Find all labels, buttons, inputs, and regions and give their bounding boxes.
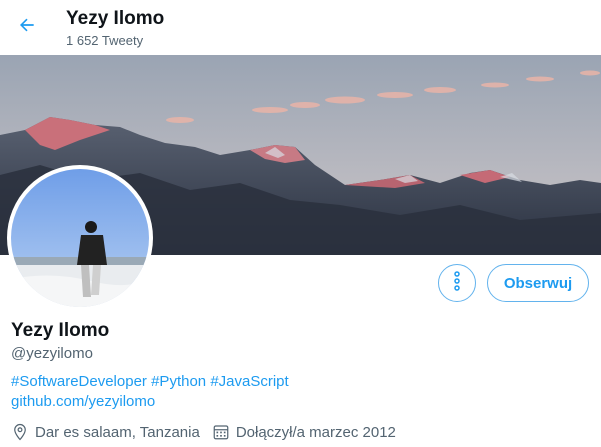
display-name: Yezy Ilomo <box>11 320 110 341</box>
user-handle: @yezyilomo <box>11 345 93 362</box>
calendar-icon <box>212 423 230 441</box>
bio: #SoftwareDeveloper #Python #JavaScript <box>11 373 289 390</box>
hashtag-link[interactable]: #JavaScript <box>210 373 288 390</box>
joined-text: Dołączył/a marzec 2012 <box>235 423 396 441</box>
profile-meta: Dar es salaam, Tanzania Dołączył/a marze… <box>11 422 408 442</box>
profile-header-bar: Yezy Ilomo 1 652 Tweety <box>0 0 601 55</box>
avatar-image <box>11 169 149 307</box>
more-button[interactable] <box>438 264 476 302</box>
back-button[interactable] <box>10 10 44 44</box>
location-pin-icon <box>11 423 29 441</box>
header-title: Yezy Ilomo <box>66 8 165 29</box>
more-vertical-icon <box>453 270 461 296</box>
location-text: Dar es salaam, Tanzania <box>35 423 200 441</box>
website-link[interactable]: github.com/yezyilomo <box>11 393 155 410</box>
hashtag-link[interactable]: #Python <box>151 373 206 390</box>
hashtag-link[interactable]: #SoftwareDeveloper <box>11 373 147 390</box>
arrow-left-icon <box>17 15 37 40</box>
location-info: Dar es salaam, Tanzania <box>11 423 200 441</box>
tweet-count: 1 652 Tweety <box>66 33 144 48</box>
follow-button[interactable]: Obserwuj <box>487 264 589 302</box>
avatar[interactable] <box>7 165 153 311</box>
joined-info: Dołączył/a marzec 2012 <box>212 423 396 441</box>
